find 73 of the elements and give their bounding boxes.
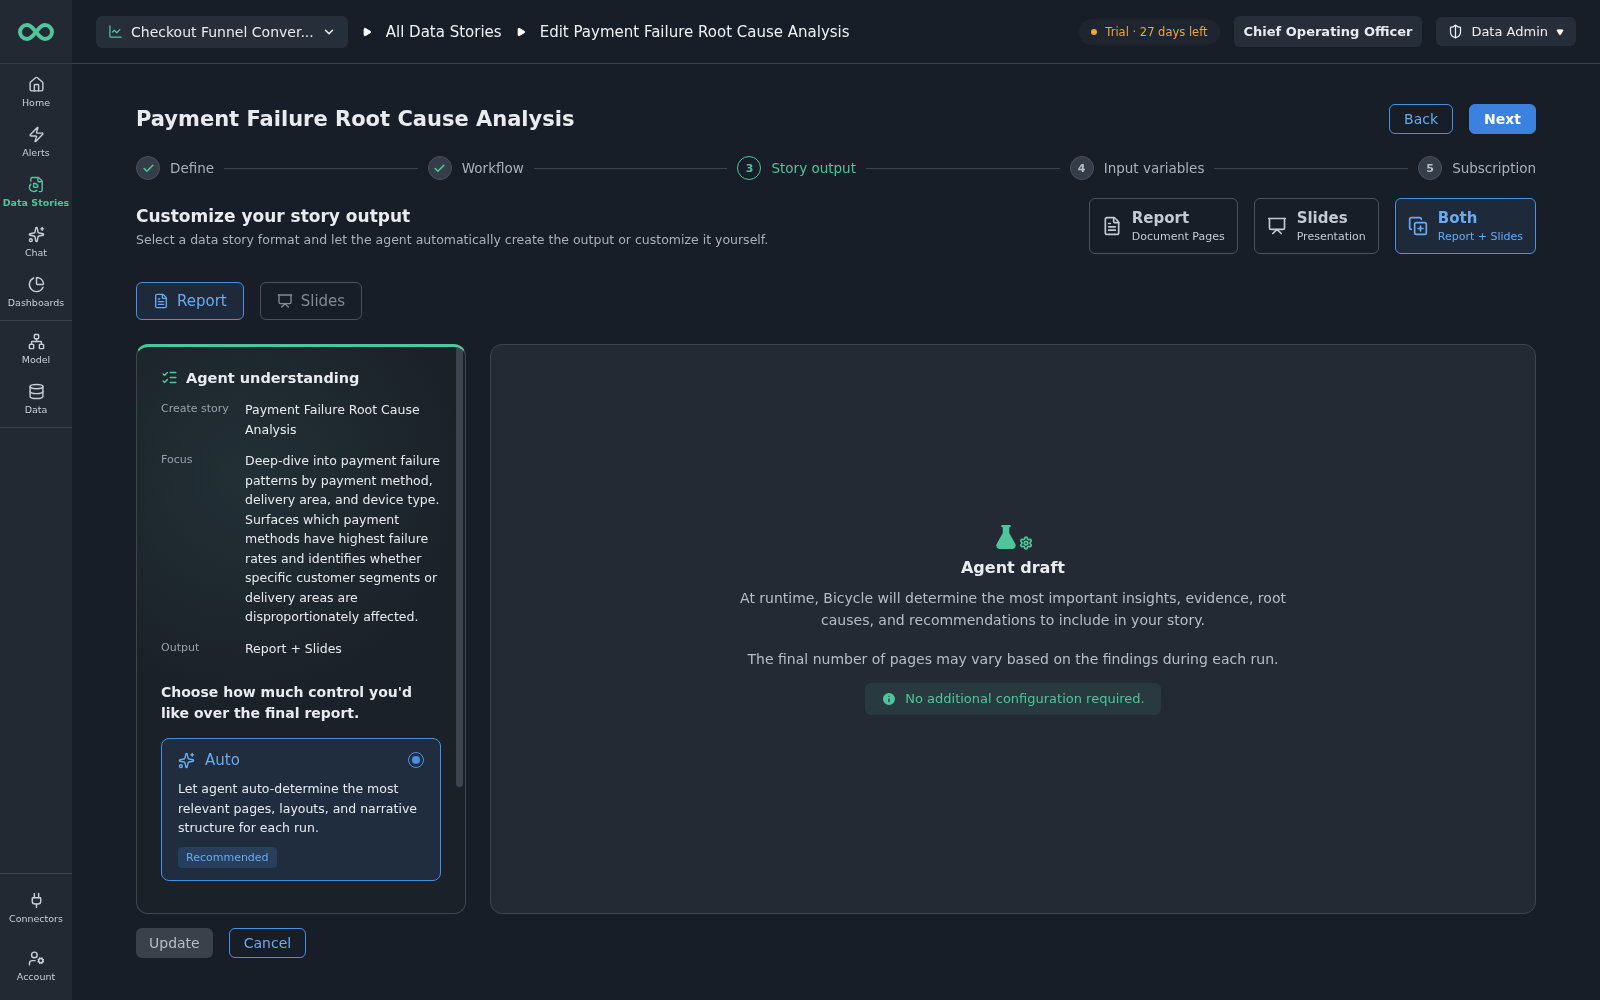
back-button[interactable]: Back [1389, 104, 1454, 134]
page-title: Payment Failure Root Cause Analysis [136, 107, 576, 131]
checklist-icon [161, 369, 178, 386]
step-label[interactable]: Story output [771, 160, 856, 176]
step-label[interactable]: Subscription [1452, 160, 1536, 176]
role-label: Chief Operating Officer [1233, 16, 1423, 47]
sidebar-item[interactable]: Data [0, 379, 72, 419]
info-text: No additional configuration required. [905, 691, 1145, 706]
field-label: Focus [161, 452, 194, 468]
hierarchy-icon [27, 333, 45, 350]
sparkles-icon [27, 226, 45, 243]
update-button[interactable]: Update [136, 928, 213, 958]
cancel-button[interactable]: Cancel [228, 928, 307, 958]
step-indicator: 5 [1418, 156, 1443, 180]
copy-plus-icon [1407, 216, 1428, 236]
sidebar-item[interactable]: Data Stories [0, 172, 72, 212]
scrollbar-thumb[interactable] [456, 347, 463, 787]
section-subtitle: Select a data story format and let the agent automatically create the output or customize it yourself. [136, 232, 769, 247]
sidebar-item[interactable]: Home [0, 72, 72, 112]
line-chart-icon [108, 24, 123, 39]
user-gear-icon [27, 950, 45, 967]
document-chart-icon [27, 176, 45, 193]
shield-icon [1448, 24, 1464, 39]
presentation-icon [276, 293, 293, 309]
breadcrumb-link[interactable]: Edit Payment Failure Root Cause Analysis [539, 22, 850, 41]
sidebar-item[interactable]: Chat [0, 222, 72, 262]
control-question: Choose how much control you'd like over the final report. [161, 683, 414, 723]
step-label[interactable]: Workflow [461, 160, 524, 176]
sidebar-item[interactable]: Account [0, 946, 72, 986]
step-indicator: 4 [1069, 156, 1094, 180]
caret-right-icon [515, 26, 526, 37]
trial-badge: Trial · 27 days left [1079, 18, 1220, 45]
sidebar-item[interactable]: Alerts [0, 122, 72, 162]
breadcrumb-link[interactable]: All Data Stories [385, 22, 502, 41]
step-label[interactable]: Input variables [1103, 160, 1205, 176]
field-value: Report + Slides [245, 639, 343, 658]
format-tab[interactable]: Slides [259, 282, 363, 320]
sidebar-item[interactable]: Model [0, 329, 72, 369]
draft-description: At runtime, Bicycle will determine the most important insights, evidence, root causes, and recommendations to include in your story. [739, 588, 1287, 630]
option-title: Auto [205, 751, 241, 769]
field-label: Output [161, 639, 201, 656]
logo-icon [16, 20, 56, 43]
format-option[interactable]: Both Report + Slides [1394, 198, 1536, 254]
info-icon [881, 690, 898, 707]
format-tab[interactable]: Report [136, 282, 244, 320]
caret-down-icon [1556, 27, 1564, 36]
document-icon [153, 293, 169, 309]
sidebar-item[interactable]: Connectors [0, 888, 72, 928]
option-description: Let agent auto-determine the most relevant pages, layouts, and narrative structure for each run. [178, 780, 418, 837]
recommended-tag: Recommended [178, 846, 277, 868]
option-card[interactable]: Auto Let agent auto-determine the most relevant pages, layouts, and narrative structure for each run. Recommended [161, 738, 441, 881]
format-option[interactable]: Slides Presentation [1253, 198, 1379, 254]
step-label[interactable]: Define [170, 160, 215, 176]
database-icon [27, 383, 45, 400]
presentation-icon [1266, 216, 1287, 236]
format-option[interactable]: Report Document Pages [1088, 198, 1238, 254]
lightning-icon [27, 126, 45, 143]
home-icon [27, 76, 45, 93]
field-value: Payment Failure Root Cause Analysis [245, 401, 421, 439]
sparkles-icon [178, 751, 195, 769]
draft-title: Agent draft [960, 557, 1065, 577]
caret-right-icon [361, 26, 372, 37]
pie-chart-icon [27, 276, 45, 293]
card-title: Agent understanding [186, 369, 360, 386]
section-title: Customize your story output [136, 206, 412, 226]
draft-note: The final number of pages may vary based on the findings during each run. [747, 650, 1279, 667]
field-label: Create story [161, 401, 230, 417]
story-selector[interactable]: Checkout Funnel Conver... [96, 15, 348, 48]
user-menu-button[interactable]: Data Admin [1436, 17, 1576, 46]
sidebar-item[interactable]: Dashboards [0, 272, 72, 312]
field-value: Deep-dive into payment failure patterns by payment method, delivery area, and device type. Surfaces which payment methods have highest failure rates and identifies whether specific customer segments or delivery areas are disproportionately affected. [245, 452, 441, 626]
flask-gear-icon [993, 523, 1033, 550]
next-button[interactable]: Next [1469, 104, 1536, 134]
